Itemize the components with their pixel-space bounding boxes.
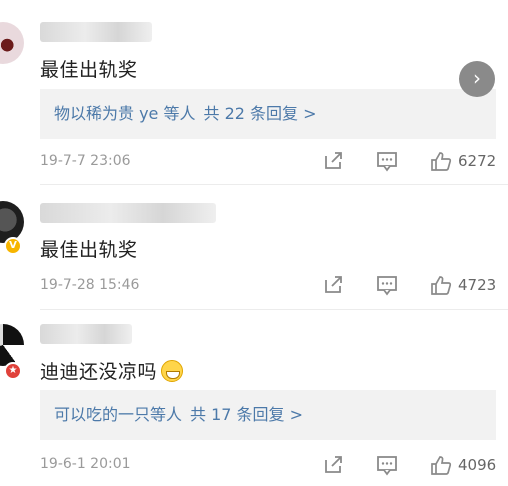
verified-badge-icon: V: [4, 237, 22, 255]
reply-count: 共 17 条回复 >: [190, 405, 304, 424]
rank-badge-icon: ★: [4, 362, 22, 380]
username-blurred[interactable]: [40, 22, 152, 42]
like-count: 6272: [458, 152, 497, 170]
timestamp: 19-7-7 23:06: [40, 153, 131, 169]
reply-preview[interactable]: 可以吃的一只等人共 17 条回复 >: [40, 390, 496, 440]
comment-icon[interactable]: [376, 454, 398, 476]
reply-count: 共 22 条回复 >: [203, 104, 317, 123]
timestamp: 19-7-28 15:46: [40, 277, 140, 293]
avatar[interactable]: [0, 324, 24, 366]
grin-emoji-icon: [161, 360, 184, 382]
like-count: 4096: [458, 456, 497, 474]
thumbs-up-icon[interactable]: [430, 150, 452, 172]
comment-2: V 最佳出轨奖 19-7-28 15:46 4723: [0, 185, 508, 310]
comment-actions: 4723: [290, 274, 498, 296]
comment-text: 最佳出轨奖: [40, 239, 138, 261]
comment-actions: 4096: [290, 454, 498, 476]
comment-text: 迪迪还没凉吗: [40, 357, 184, 384]
comment-text-content: 迪迪还没凉吗: [40, 361, 158, 383]
comment-3: ★ 迪迪还没凉吗 可以吃的一只等人共 17 条回复 > 19-6-1 20:01…: [0, 310, 508, 486]
username-blurred[interactable]: [40, 324, 132, 344]
chevron-right-icon[interactable]: ›: [459, 61, 495, 97]
thumbs-up-icon[interactable]: [430, 454, 452, 476]
comment-icon[interactable]: [376, 150, 398, 172]
reply-users: 物以稀为贵 ye 等人: [54, 104, 196, 123]
timestamp: 19-6-1 20:01: [40, 456, 131, 472]
username-blurred[interactable]: [40, 203, 216, 223]
reply-users: 可以吃的一只等人: [54, 405, 183, 424]
comment-1: 最佳出轨奖 物以稀为贵 ye 等人共 22 条回复 > 19-7-7 23:06…: [0, 0, 508, 185]
like-count: 4723: [458, 276, 497, 294]
comment-actions: 6272: [290, 150, 498, 172]
thumbs-up-icon[interactable]: [430, 274, 452, 296]
share-icon[interactable]: [322, 454, 344, 476]
share-icon[interactable]: [322, 274, 344, 296]
share-icon[interactable]: [322, 150, 344, 172]
comment-icon[interactable]: [376, 274, 398, 296]
avatar[interactable]: [0, 22, 24, 64]
comment-text: 最佳出轨奖: [40, 59, 138, 81]
reply-preview[interactable]: 物以稀为贵 ye 等人共 22 条回复 >: [40, 89, 496, 139]
